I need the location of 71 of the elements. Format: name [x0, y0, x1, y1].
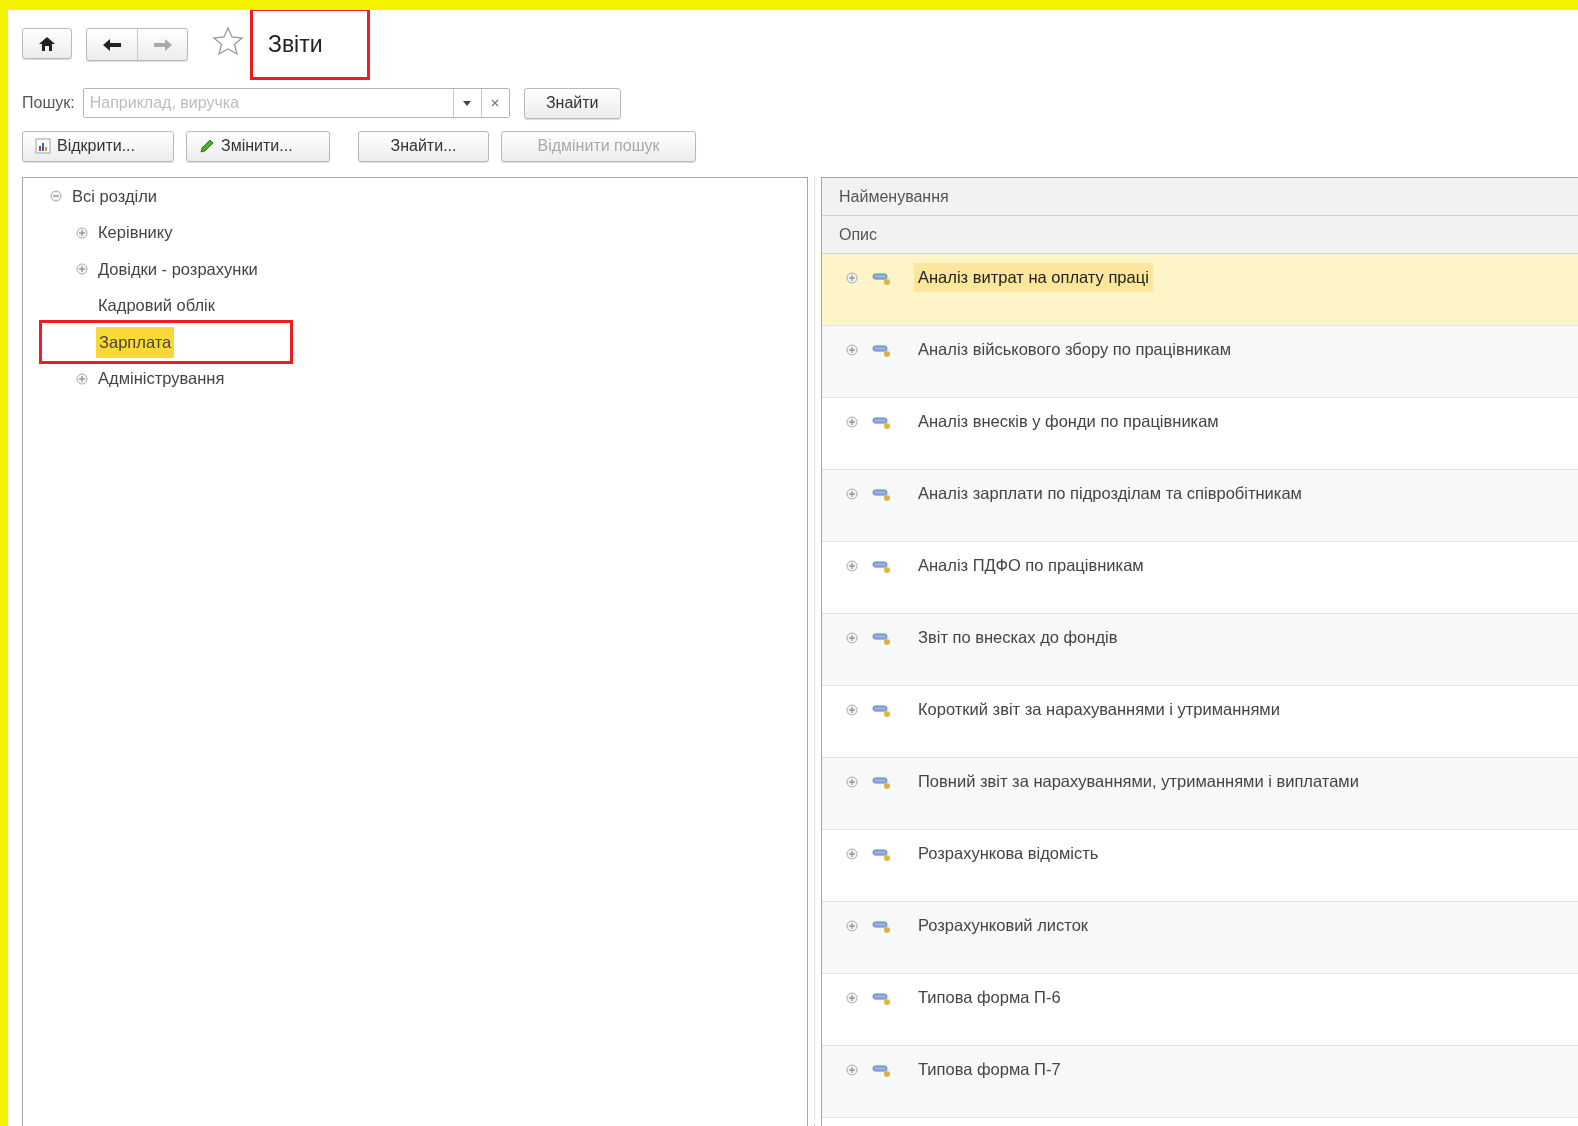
collapse-icon[interactable] [50, 190, 62, 203]
expand-icon[interactable] [76, 226, 88, 239]
table-row[interactable]: Аналіз зарплати по підрозділам та співробітникам [822, 470, 1578, 542]
table-row[interactable]: Аналіз витрат на оплату праці [822, 254, 1578, 326]
report-name: Розрахунковий листок [917, 915, 1090, 936]
report-icon [872, 488, 892, 502]
report-icon [872, 992, 892, 1006]
report-name: Аналіз ПДФО по працівникам [917, 555, 1145, 576]
table-row[interactable]: Звіт по внесках до фондів [822, 614, 1578, 686]
expand-icon[interactable] [846, 344, 858, 356]
report-icon [872, 920, 892, 934]
action-button[interactable]: Відкрити... [22, 130, 174, 162]
tree-item[interactable]: Адміністрування [95, 363, 228, 395]
caret-icon [463, 100, 472, 106]
column-header[interactable]: Найменування [822, 178, 1578, 216]
report-name: Типова форма П-7 [917, 1059, 1062, 1080]
report-icon [872, 344, 892, 358]
report-icon [872, 272, 892, 286]
table-row[interactable]: Типова форма П-7 [822, 1046, 1578, 1118]
search-label: Пошук: [22, 94, 75, 112]
expand-icon[interactable] [846, 272, 858, 284]
pencil-icon [199, 138, 215, 154]
chart-icon [35, 138, 51, 154]
close-icon [491, 99, 500, 107]
column-header[interactable]: Опис [822, 216, 1578, 254]
report-icon [872, 776, 892, 790]
expand-icon[interactable] [846, 920, 858, 932]
report-icon [872, 416, 892, 430]
report-name: Звіт по внесках до фондів [917, 627, 1119, 648]
report-name: Повний звіт за нарахуваннями, утриманнями і виплатами [917, 771, 1360, 792]
expand-icon[interactable] [846, 1064, 858, 1076]
table-row[interactable]: Повний звіт за нарахуваннями, утриманнями і виплатами [822, 758, 1578, 830]
action-button[interactable]: Змінити... [186, 130, 330, 162]
home-icon [38, 35, 56, 52]
report-name: Аналіз зарплати по підрозділам та співробітникам [917, 483, 1303, 504]
expand-icon[interactable] [846, 560, 858, 572]
page-title: Звіти [268, 30, 323, 58]
expand-icon[interactable] [846, 704, 858, 716]
report-name: Розрахункова відомість [917, 843, 1100, 864]
table-row[interactable]: Аналіз військового збору по працівникам [822, 326, 1578, 398]
tree-item[interactable]: Довідки - розрахунки [95, 253, 261, 285]
report-icon [872, 848, 892, 862]
report-icon [872, 1064, 892, 1078]
report-name: Аналіз витрат на оплату праці [914, 263, 1153, 292]
report-name: Короткий звіт за нарахуваннями і утриманнями [917, 699, 1281, 720]
report-icon [872, 560, 892, 574]
expand-icon[interactable] [846, 632, 858, 644]
expand-icon[interactable] [846, 488, 858, 500]
expand-icon[interactable] [846, 416, 858, 428]
left-arrow-icon [102, 37, 122, 52]
search-field[interactable]: Наприклад, виручка [82, 88, 510, 118]
expand-icon[interactable] [846, 776, 858, 788]
report-name: Типова форма П-6 [917, 987, 1062, 1008]
tree-item[interactable]: Всі розділи [69, 180, 160, 212]
action-button[interactable]: Знайти... [358, 130, 489, 162]
table-row[interactable]: Розрахунковий листок [822, 902, 1578, 974]
star-icon[interactable] [212, 26, 244, 56]
home-button[interactable] [22, 28, 72, 59]
report-icon [872, 704, 892, 718]
report-name: Аналіз військового збору по працівникам [917, 339, 1233, 360]
expand-icon[interactable] [76, 372, 88, 385]
find-button[interactable]: Знайти [523, 87, 621, 119]
tree-item[interactable]: Керівнику [95, 217, 176, 249]
right-arrow-icon [152, 37, 173, 52]
expand-icon[interactable] [76, 263, 88, 276]
tree-item[interactable]: Зарплата [96, 326, 175, 358]
report-name: Аналіз внесків у фонди по працівникам [917, 411, 1220, 432]
report-icon [872, 632, 892, 646]
tree-item[interactable]: Кадровий облік [95, 290, 218, 322]
expand-icon[interactable] [846, 848, 858, 860]
expand-icon[interactable] [846, 992, 858, 1004]
